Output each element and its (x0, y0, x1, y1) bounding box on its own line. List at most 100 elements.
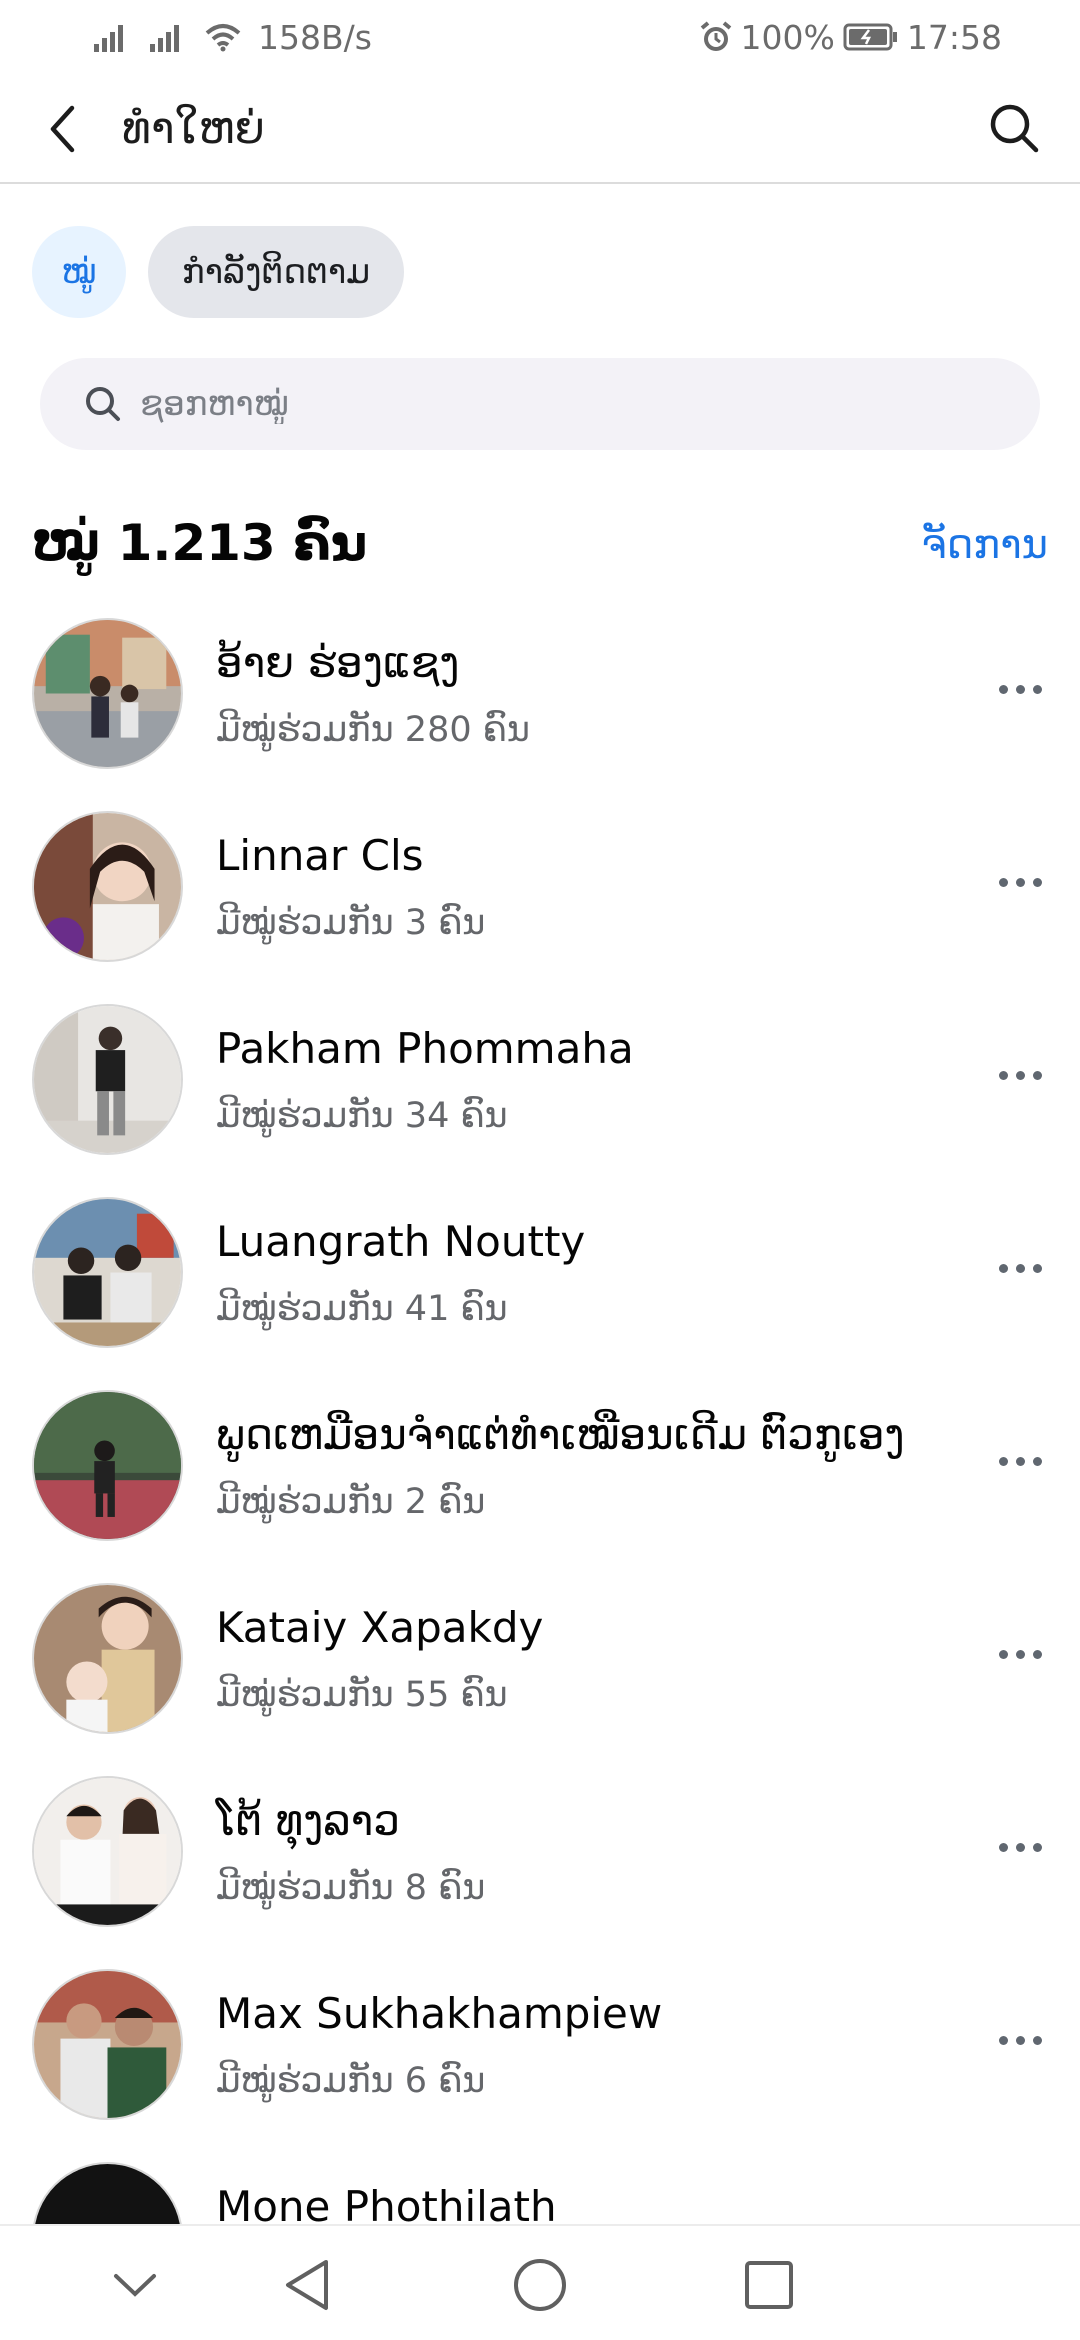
more-dot-icon (998, 1842, 1008, 1852)
back-triangle-icon (286, 2260, 328, 2310)
list-item[interactable]: ອ້າຍ ຮ່ອງແຊງ ມີໝູ່ຮ່ວມກັນ 280 ຄົນ (0, 612, 1080, 805)
more-dot-icon (1015, 1070, 1025, 1080)
more-options-button[interactable] (990, 1050, 1050, 1100)
avatar[interactable] (32, 1197, 183, 1348)
more-dot-icon (1032, 1070, 1042, 1080)
friend-name: ພູດເຫມືອນຈໍາແຕ່ທໍາເໝືອນເດີມ ຕົວກູເອງ (216, 1410, 905, 1459)
avatar[interactable] (32, 1390, 183, 1541)
friends-screen: 158B/s 100% 17:58 ທຳໃຫຍ່ ໝູ່ ກຳລັງຕິດຕາມ (0, 0, 1080, 2340)
nav-home-button[interactable] (505, 2250, 575, 2320)
recents-square-icon (745, 2261, 793, 2309)
back-arrow-icon (50, 105, 75, 153)
more-dot-icon (1015, 1456, 1025, 1466)
collapse-icon (114, 2274, 156, 2297)
manage-link[interactable]: ຈັດການ (921, 522, 1048, 568)
search-button[interactable] (982, 96, 1046, 160)
more-dot-icon (1015, 1842, 1025, 1852)
list-item[interactable]: ໂຕ້ ທຸງລາວ ມີໝູ່ຮ່ວມກັນ 8 ຄົນ (0, 1770, 1080, 1963)
avatar[interactable] (32, 2162, 183, 2224)
more-dot-icon (1015, 1649, 1025, 1659)
more-dot-icon (1032, 1842, 1042, 1852)
list-item[interactable]: Linnar Cls ມີໝູ່ຮ່ວມກັນ 3 ຄົນ (0, 805, 1080, 998)
status-left: 158B/s (92, 18, 372, 57)
page-title: ທຳໃຫຍ່ (122, 103, 265, 154)
more-dot-icon (1015, 2035, 1025, 2045)
more-dot-icon (998, 2035, 1008, 2045)
list-item[interactable]: Kataiy Xapakdy ມີໝູ່ຮ່ວມກັນ 55 ຄົນ (0, 1577, 1080, 1770)
avatar[interactable] (32, 1004, 183, 1155)
signal-icon (148, 22, 188, 52)
friend-name: ໂຕ້ ທຸງລາວ (216, 1796, 400, 1845)
mutual-friends: ມີໝູ່ຮ່ວມກັນ 41 ຄົນ (216, 1289, 508, 1329)
tab-following[interactable]: ກຳລັງຕິດຕາມ (148, 226, 404, 318)
more-options-button[interactable] (990, 1822, 1050, 1872)
more-options-button[interactable] (990, 664, 1050, 714)
status-bar: 158B/s 100% 17:58 (0, 0, 1080, 74)
friend-name: Kataiy Xapakdy (216, 1603, 544, 1652)
clock: 17:58 (906, 17, 1002, 57)
battery-percent: 100% (740, 17, 835, 57)
friend-name: ອ້າຍ ຮ່ອງແຊງ (216, 638, 460, 687)
mutual-friends: ມີໝູ່ຮ່ວມກັນ 2 ຄົນ (216, 1482, 486, 1522)
list-item[interactable]: Max Sukhakhampiew ມີໝູ່ຮ່ວມກັນ 6 ຄົນ (0, 1963, 1080, 2156)
more-dot-icon (1032, 684, 1042, 694)
nav-back-button[interactable] (272, 2250, 342, 2320)
back-button[interactable] (38, 100, 86, 158)
mutual-friends: ມີໝູ່ຮ່ວມກັນ 280 ຄົນ (216, 710, 530, 750)
more-dot-icon (1032, 1456, 1042, 1466)
list-item[interactable]: ພູດເຫມືອນຈໍາແຕ່ທໍາເໝືອນເດີມ ຕົວກູເອງ ມີໝ… (0, 1384, 1080, 1577)
list-item[interactable]: Pakham Phommaha ມີໝູ່ຮ່ວມກັນ 34 ຄົນ (0, 998, 1080, 1191)
battery-icon (843, 22, 899, 52)
home-circle-icon (514, 2259, 566, 2311)
more-dot-icon (1032, 877, 1042, 887)
more-options-button[interactable] (990, 1436, 1050, 1486)
friend-name: Pakham Phommaha (216, 1024, 634, 1073)
more-options-button[interactable] (990, 1243, 1050, 1293)
more-dot-icon (1015, 684, 1025, 694)
collapse-button[interactable] (100, 2250, 170, 2320)
more-options-button[interactable] (990, 857, 1050, 907)
signal-icon (92, 22, 132, 52)
friend-list: ອ້າຍ ຮ່ອງແຊງ ມີໝູ່ຮ່ວມກັນ 280 ຄົນ Linnar… (0, 612, 1080, 2224)
more-dot-icon (998, 1070, 1008, 1080)
mutual-friends: ມີໝູ່ຮ່ວມກັນ 34 ຄົນ (216, 1096, 508, 1136)
more-dot-icon (1032, 1649, 1042, 1659)
more-dot-icon (998, 684, 1008, 694)
friend-name: Mone Phothilath (216, 2182, 557, 2224)
more-dot-icon (1032, 2035, 1042, 2045)
avatar[interactable] (32, 1969, 183, 2120)
friend-name: Max Sukhakhampiew (216, 1989, 663, 2038)
tab-friends[interactable]: ໝູ່ (32, 226, 126, 318)
more-dot-icon (998, 1456, 1008, 1466)
more-dot-icon (998, 1649, 1008, 1659)
header: ທຳໃຫຍ່ (0, 74, 1080, 184)
filter-tabs: ໝູ່ ກຳລັງຕິດຕາມ (32, 226, 404, 318)
mutual-friends: ມີໝູ່ຮ່ວມກັນ 55 ຄົນ (216, 1675, 508, 1715)
mutual-friends: ມີໝູ່ຮ່ວມກັນ 8 ຄົນ (216, 1868, 486, 1908)
avatar[interactable] (32, 1583, 183, 1734)
search-bar[interactable] (40, 358, 1040, 450)
more-options-button[interactable] (990, 1629, 1050, 1679)
more-dot-icon (1015, 1263, 1025, 1273)
more-dot-icon (998, 1263, 1008, 1273)
alarm-icon (699, 20, 733, 54)
avatar[interactable] (32, 811, 183, 962)
list-item[interactable]: Mone Phothilath (0, 2156, 1080, 2224)
net-speed: 158B/s (258, 17, 372, 57)
list-item[interactable]: Luangrath Noutty ມີໝູ່ຮ່ວມກັນ 41 ຄົນ (0, 1191, 1080, 1384)
more-dot-icon (998, 877, 1008, 887)
status-right: 100% 17:58 (699, 18, 1002, 57)
search-input[interactable] (140, 384, 1000, 424)
more-options-button[interactable] (990, 2015, 1050, 2065)
search-icon (990, 104, 1039, 153)
search-icon (86, 387, 120, 421)
mutual-friends: ມີໝູ່ຮ່ວມກັນ 6 ຄົນ (216, 2061, 486, 2101)
friend-name: Luangrath Noutty (216, 1217, 586, 1266)
avatar[interactable] (32, 1776, 183, 1927)
nav-recents-button[interactable] (734, 2250, 804, 2320)
friend-name: Linnar Cls (216, 831, 424, 880)
friends-count-heading: ໝູ່ 1.213 ຄົນ (32, 514, 368, 572)
system-nav-bar (0, 2224, 1080, 2340)
avatar[interactable] (32, 618, 183, 769)
wifi-icon (204, 22, 242, 52)
